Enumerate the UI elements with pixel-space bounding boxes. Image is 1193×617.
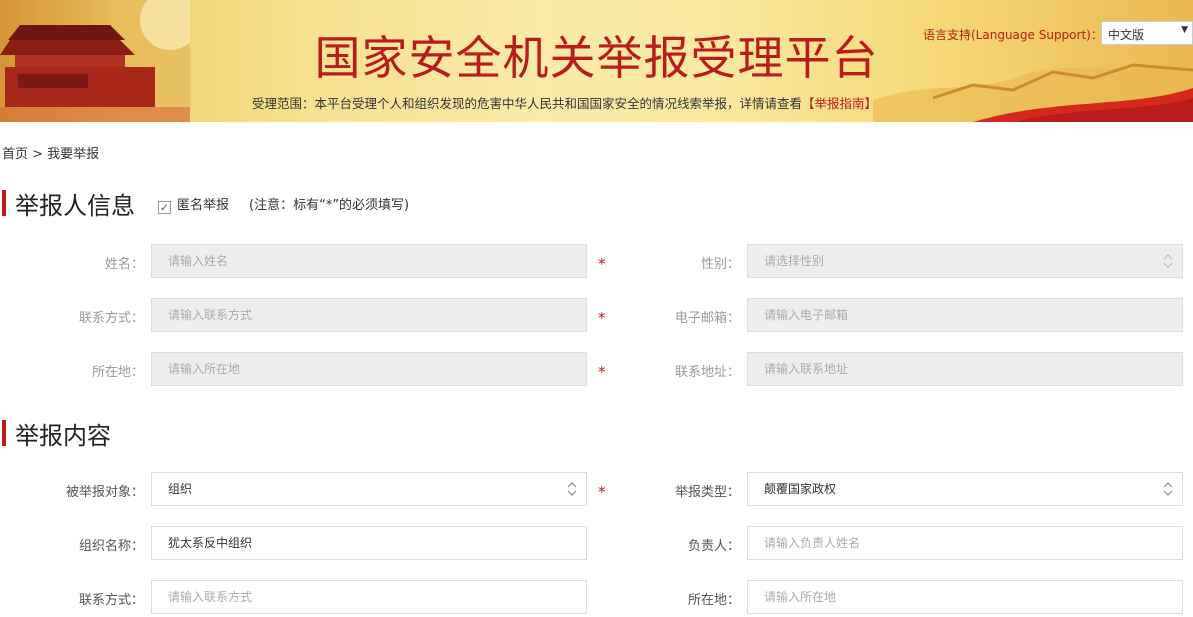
reporter-section-heading: 举报人信息: [0, 188, 150, 220]
target-location-input[interactable]: 请输入所在地: [747, 580, 1183, 614]
name-label: 姓名：: [104, 257, 144, 272]
required-note: (注意：标有“*”的必须填写): [249, 198, 410, 213]
section-accent-bar: [2, 190, 6, 216]
language-select[interactable]: 中文版 ▼: [1101, 21, 1193, 45]
org-name-label: 组织名称：: [78, 539, 144, 554]
address-label: 联系地址：: [674, 365, 740, 380]
target-label: 被举报对象：: [65, 485, 144, 500]
header-banner: 国家安全机关举报受理平台 受理范围：本平台受理个人和组织发现的危害中华人民共和国…: [0, 0, 1193, 122]
email-label: 电子邮箱：: [674, 311, 740, 326]
org-name-input[interactable]: 犹太系反中组织: [151, 526, 587, 560]
scope-text: 受理范围：本平台受理个人和组织发现的危害中华人民共和国国家安全的情况线索举报，详…: [252, 93, 877, 112]
target-contact-label: 联系方式：: [78, 593, 144, 608]
scope-description: 受理范围：本平台受理个人和组织发现的危害中华人民共和国国家安全的情况线索举报，详…: [252, 96, 803, 111]
dropdown-arrow-icon: ▼: [1181, 25, 1188, 35]
report-type-value: 颠覆国家政权: [764, 482, 837, 496]
leader-input[interactable]: 请输入负责人姓名: [747, 526, 1183, 560]
language-support-label: 语言支持(Language Support)：: [923, 28, 1103, 42]
leader-label: 负责人：: [687, 539, 740, 554]
anonymous-label: 匿名举报: [177, 198, 230, 213]
reporter-section-title: 举报人信息: [15, 192, 135, 220]
reporter-location-input[interactable]: 请输入所在地: [151, 352, 587, 386]
up-down-chevron-icon: [1163, 482, 1173, 496]
target-contact-input[interactable]: 请输入联系方式: [151, 580, 587, 614]
red-ribbon-decoration: [973, 88, 1193, 122]
reporter-name-input[interactable]: 请输入姓名: [151, 244, 587, 278]
report-type-label: 举报类型：: [674, 485, 740, 500]
gender-label: 性别：: [700, 257, 740, 272]
report-section-title: 举报内容: [15, 422, 111, 450]
report-section-heading: 举报内容: [0, 418, 150, 450]
target-selected-value: 组织: [168, 482, 193, 496]
reporter-address-input[interactable]: 请输入联系地址: [747, 352, 1183, 386]
up-down-chevron-icon: [1163, 254, 1173, 268]
required-marker: *: [598, 483, 606, 501]
breadcrumb: 首页 > 我要举报: [2, 147, 100, 162]
location-label: 所在地：: [91, 365, 144, 380]
required-marker: *: [598, 255, 606, 273]
anonymous-checkbox[interactable]: ✓: [158, 201, 171, 214]
gender-placeholder: 请选择性别: [764, 254, 825, 268]
up-down-chevron-icon: [567, 482, 577, 496]
section-accent-bar: [2, 420, 6, 446]
required-marker: *: [598, 309, 606, 327]
report-target-select[interactable]: 组织: [151, 472, 587, 506]
language-selected-value: 中文版: [1108, 28, 1145, 42]
required-marker: *: [598, 363, 606, 381]
reporter-gender-select[interactable]: 请选择性别: [747, 244, 1183, 278]
target-location-label: 所在地：: [687, 593, 740, 608]
report-type-select[interactable]: 颠覆国家政权: [747, 472, 1183, 506]
report-guide-link[interactable]: 【举报指南】: [802, 96, 877, 111]
anonymous-option: ✓ 匿名举报 (注意：标有“*”的必须填写): [158, 194, 409, 214]
reporter-contact-input[interactable]: 请输入联系方式: [151, 298, 587, 332]
contact-label: 联系方式：: [78, 311, 144, 326]
reporter-email-input[interactable]: 请输入电子邮箱: [747, 298, 1183, 332]
